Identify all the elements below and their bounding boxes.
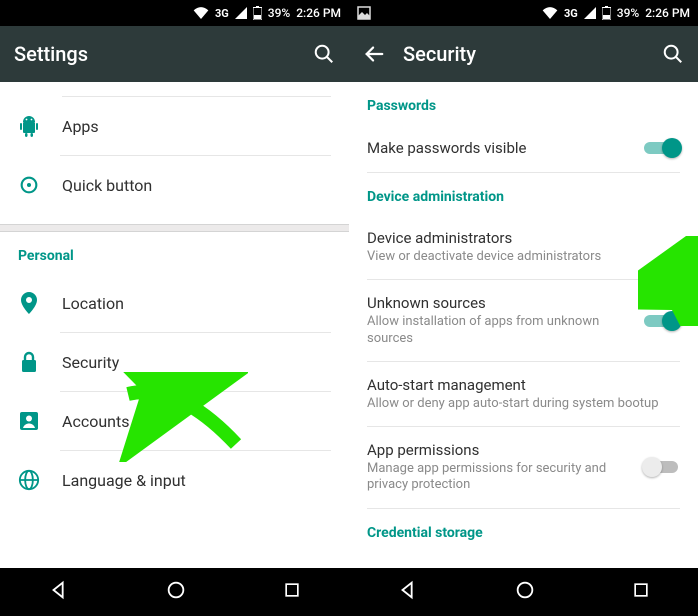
setting-title: App permissions: [367, 441, 632, 459]
status-bar: 3G 39% 2:26 PM: [0, 0, 349, 26]
nav-recent-button[interactable]: [282, 580, 302, 604]
setting-subtitle: Manage app permissions for security and …: [367, 461, 632, 494]
search-icon[interactable]: [662, 43, 684, 65]
nav-home-button[interactable]: [165, 579, 187, 605]
search-icon[interactable]: [313, 43, 335, 65]
wifi-icon: [193, 7, 209, 19]
back-icon[interactable]: [363, 43, 385, 65]
security-screen: 3G 39% 2:26 PM Security Passwords Make p…: [349, 0, 698, 616]
network-label: 3G: [215, 7, 229, 20]
time-label: 2:26 PM: [296, 6, 341, 20]
nav-back-button[interactable]: [397, 579, 419, 605]
status-bar: 3G 39% 2:26 PM: [349, 0, 698, 26]
setting-auto-start[interactable]: Auto-start management Allow or deny app …: [349, 362, 698, 426]
settings-item-label: Language & input: [62, 471, 186, 490]
battery-icon: [253, 6, 262, 20]
security-list: Passwords Make passwords visible Device …: [349, 82, 698, 568]
settings-item-label: Apps: [62, 117, 99, 136]
setting-make-passwords-visible[interactable]: Make passwords visible: [349, 124, 698, 172]
accounts-icon: [18, 410, 40, 432]
nav-recent-button[interactable]: [631, 580, 651, 604]
signal-icon: [584, 7, 596, 19]
section-header-credential-storage: Credential storage: [349, 509, 698, 551]
section-header-personal: Personal: [0, 232, 349, 274]
nav-bar: [0, 568, 349, 616]
android-icon: [18, 115, 40, 137]
setting-title: Device administrators: [367, 229, 680, 247]
setting-device-administrators[interactable]: Device administrators View or deactivate…: [349, 215, 698, 279]
wifi-icon: [542, 7, 558, 19]
settings-item-language[interactable]: Language & input: [0, 451, 349, 509]
section-divider: [0, 224, 349, 232]
section-header-device-admin: Device administration: [349, 173, 698, 215]
signal-icon: [235, 7, 247, 19]
setting-title: Auto-start management: [367, 376, 680, 394]
page-title: Settings: [14, 42, 88, 66]
settings-item-location[interactable]: Location: [0, 274, 349, 332]
network-label: 3G: [564, 7, 578, 20]
setting-unknown-sources[interactable]: Unknown sources Allow installation of ap…: [349, 280, 698, 361]
nav-back-button[interactable]: [48, 579, 70, 605]
settings-item-accounts[interactable]: Accounts: [0, 392, 349, 450]
toggle-unknown-sources[interactable]: [644, 311, 680, 331]
lock-icon: [18, 351, 40, 373]
settings-item-apps[interactable]: Apps: [0, 97, 349, 155]
battery-label: 39%: [617, 6, 639, 20]
app-bar: Settings: [0, 26, 349, 82]
setting-title: Unknown sources: [367, 294, 632, 312]
toggle-make-passwords-visible[interactable]: [644, 138, 680, 158]
nav-home-button[interactable]: [514, 579, 536, 605]
settings-item-security[interactable]: Security: [0, 333, 349, 391]
quick-icon: [18, 174, 40, 196]
section-header-passwords: Passwords: [349, 82, 698, 124]
page-title: Security: [403, 42, 476, 66]
settings-item-label: Location: [62, 294, 124, 313]
screenshot-icon: [357, 6, 371, 20]
app-bar: Security: [349, 26, 698, 82]
setting-title: Make passwords visible: [367, 139, 632, 157]
location-icon: [18, 292, 40, 314]
battery-icon: [602, 6, 611, 20]
setting-subtitle: Allow or deny app auto-start during syst…: [367, 396, 680, 412]
nav-bar: [349, 568, 698, 616]
toggle-app-permissions[interactable]: [644, 457, 680, 477]
setting-subtitle: Allow installation of apps from unknown …: [367, 314, 632, 347]
settings-screen: 3G 39% 2:26 PM Settings Apps: [0, 0, 349, 616]
settings-item-label: Quick button: [62, 176, 152, 195]
settings-item-quick-button[interactable]: Quick button: [0, 156, 349, 214]
settings-item-label: Accounts: [62, 412, 129, 431]
globe-icon: [18, 469, 40, 491]
settings-item-label: Security: [62, 353, 119, 372]
battery-label: 39%: [268, 6, 290, 20]
settings-list: Apps Quick button Personal Location: [0, 82, 349, 568]
setting-subtitle: View or deactivate device administrators: [367, 249, 680, 265]
setting-app-permissions[interactable]: App permissions Manage app permissions f…: [349, 427, 698, 508]
time-label: 2:26 PM: [645, 6, 690, 20]
